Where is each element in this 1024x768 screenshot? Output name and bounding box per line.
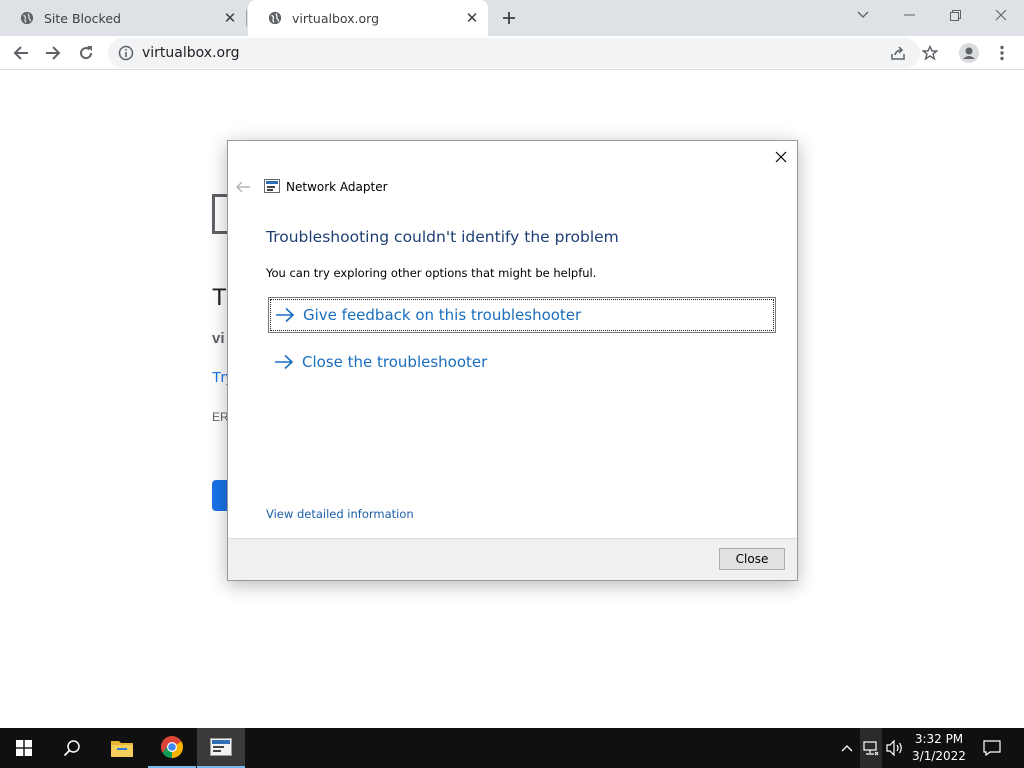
search-icon [63, 740, 80, 757]
dialog-heading: Troubleshooting couldn't identify the pr… [266, 228, 619, 246]
close-tab-icon[interactable]: ✕ [464, 9, 480, 27]
give-feedback-option[interactable]: Give feedback on this troubleshooter [268, 297, 776, 333]
dialog-close-button[interactable] [771, 147, 791, 167]
action-center-button[interactable] [978, 728, 1006, 768]
troubleshooter-icon [210, 738, 232, 756]
address-bar[interactable]: virtualbox.org [108, 38, 920, 68]
start-icon [16, 740, 32, 756]
close-troubleshooter-option[interactable]: Close the troubleshooter [268, 344, 776, 380]
chevron-up-icon [841, 745, 853, 752]
reload-icon [80, 46, 93, 60]
file-explorer-icon [111, 741, 133, 757]
tab-divider [246, 10, 247, 26]
close-tab-icon[interactable]: ✕ [222, 9, 238, 27]
close-icon [995, 9, 1007, 21]
search-button[interactable] [48, 728, 96, 768]
avatar-icon [959, 43, 979, 63]
clock-date: 3/1/2022 [912, 749, 966, 763]
profile-button[interactable] [956, 40, 982, 66]
network-icon [863, 741, 879, 756]
minimize-button[interactable] [886, 0, 932, 30]
option-label: Close the troubleshooter [302, 353, 488, 371]
back-arrow-icon[interactable] [235, 179, 251, 195]
plus-icon [503, 12, 515, 24]
volume-tray-button[interactable] [884, 728, 906, 768]
taskbar-clock[interactable]: 3:32 PM 3/1/2022 [908, 731, 970, 765]
error-host: vi [212, 330, 225, 347]
dialog-subtext: You can try exploring other options that… [266, 266, 597, 280]
close-window-button[interactable] [978, 0, 1024, 30]
info-icon[interactable] [118, 45, 134, 61]
tab-site-blocked[interactable]: Site Blocked ✕ [0, 0, 246, 36]
chevron-down-icon [857, 11, 869, 18]
notification-icon [983, 740, 1001, 756]
taskbar: 3:32 PM 3/1/2022 [0, 728, 1024, 768]
menu-button[interactable] [989, 40, 1015, 66]
speaker-icon [886, 740, 902, 756]
troubleshooter-dialog: Network Adapter Troubleshooting couldn't… [227, 140, 798, 581]
option-label: Give feedback on this troubleshooter [303, 306, 582, 324]
bookmark-button[interactable] [917, 40, 943, 66]
arrow-right-icon [275, 354, 294, 370]
minimize-icon [903, 14, 915, 16]
url-text: virtualbox.org [142, 45, 240, 61]
tab-title: Site Blocked [44, 10, 121, 26]
browser-toolbar: virtualbox.org [0, 36, 1024, 70]
chrome-icon [161, 736, 183, 758]
restore-button[interactable] [932, 0, 978, 30]
network-tray-button[interactable] [860, 728, 882, 768]
tab-title: virtualbox.org [292, 10, 380, 26]
start-button[interactable] [0, 728, 48, 768]
globe-icon [20, 11, 34, 25]
troubleshooter-taskbar-button[interactable] [197, 728, 245, 768]
dialog-footer: Close [228, 538, 797, 580]
forward-arrow-icon [46, 46, 61, 60]
star-icon [922, 45, 938, 61]
browser-tab-strip: Site Blocked ✕ virtualbox.org ✕ [0, 0, 1024, 36]
troubleshooter-icon [264, 179, 280, 193]
new-tab-button[interactable] [499, 8, 519, 28]
share-icon [891, 46, 905, 60]
reload-button[interactable] [73, 40, 99, 66]
dialog-app-title: Network Adapter [286, 180, 388, 194]
restore-icon [949, 9, 961, 21]
arrow-right-icon [276, 307, 295, 323]
back-button[interactable] [8, 40, 34, 66]
show-hidden-icons-button[interactable] [838, 728, 856, 768]
close-button[interactable]: Close [719, 548, 785, 570]
chrome-taskbar-button[interactable] [148, 728, 196, 768]
forward-button[interactable] [40, 40, 66, 66]
tab-search-button[interactable] [840, 0, 886, 30]
globe-icon [268, 11, 282, 25]
clock-time: 3:32 PM [914, 732, 964, 746]
view-details-link[interactable]: View detailed information [266, 507, 414, 521]
close-icon [775, 151, 787, 163]
more-vert-icon [1000, 45, 1004, 61]
share-button[interactable] [885, 40, 911, 66]
error-heading: T [212, 284, 227, 311]
file-explorer-button[interactable] [98, 728, 146, 768]
back-arrow-icon [13, 46, 28, 60]
tab-virtualbox[interactable]: virtualbox.org ✕ [248, 0, 488, 36]
